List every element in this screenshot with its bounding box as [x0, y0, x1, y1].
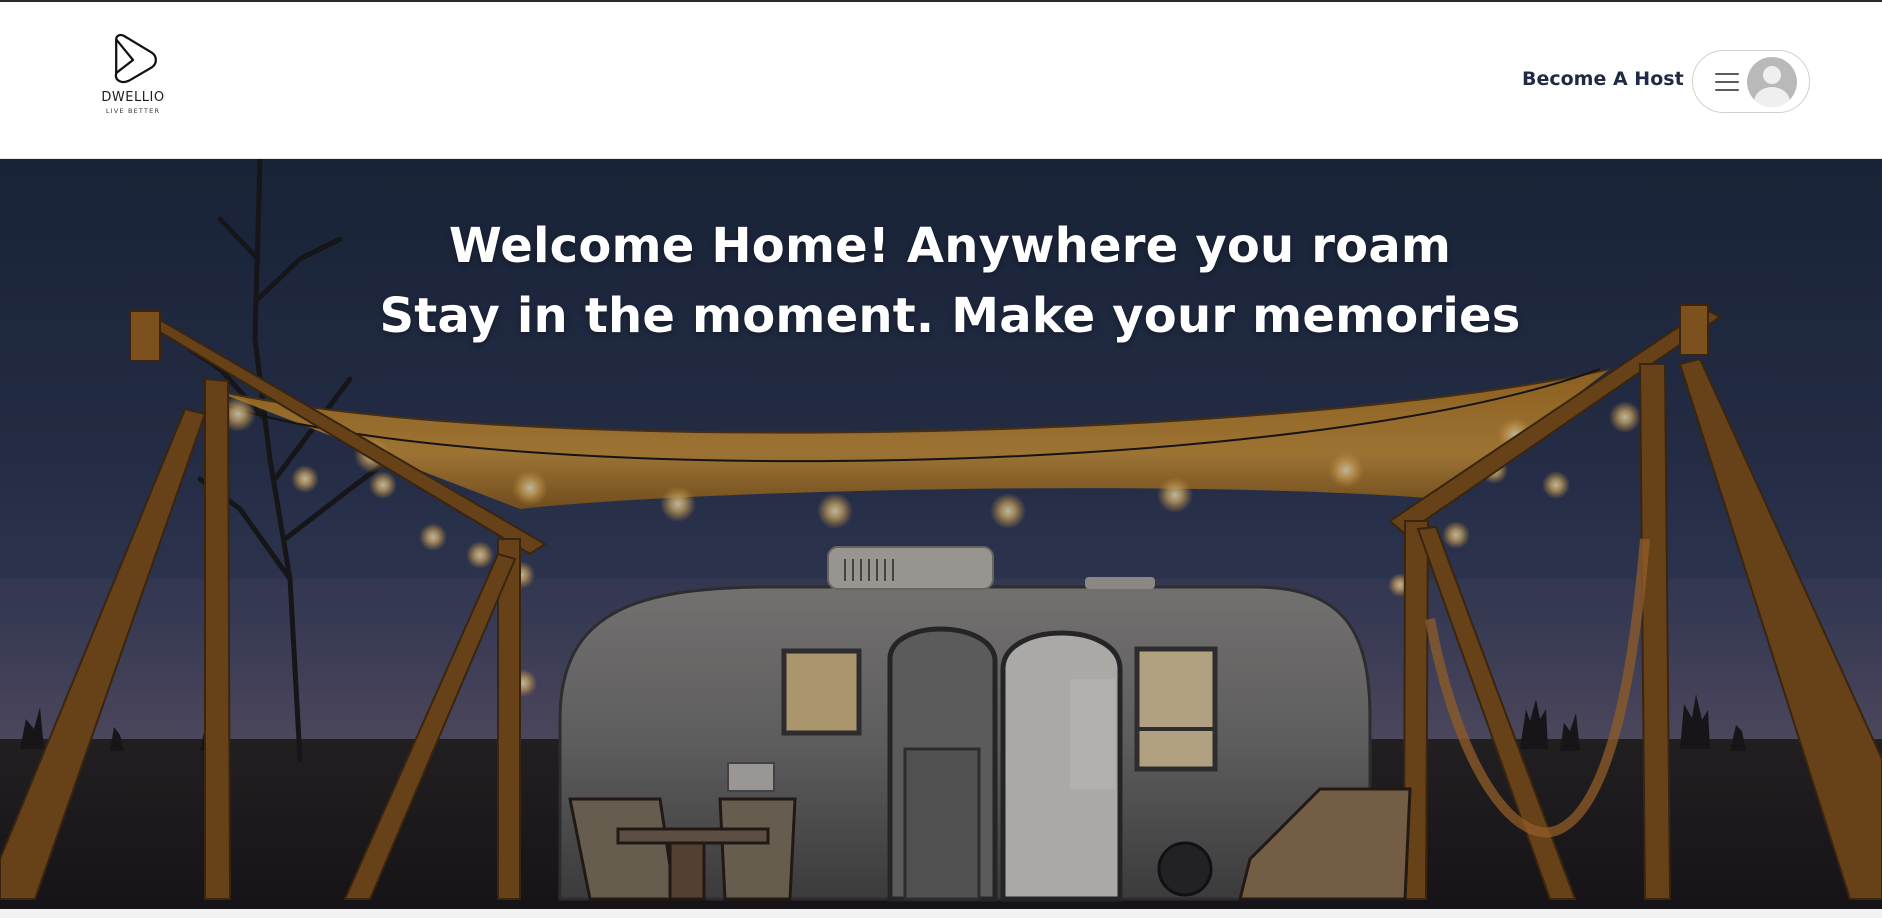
user-menu-button[interactable]: [1692, 50, 1810, 113]
brand-tagline: LIVE BETTER: [105, 107, 161, 115]
brand-name: DWELLIO: [101, 90, 165, 105]
hamburger-icon: [1715, 72, 1739, 91]
navbar: DWELLIO LIVE BETTER Become A Host: [0, 2, 1882, 159]
brand-logo[interactable]: DWELLIO LIVE BETTER: [98, 32, 168, 118]
play-triangle-logo-icon: [114, 33, 157, 84]
user-avatar-icon: [1747, 56, 1797, 107]
hero-title-line-1: Welcome Home! Anywhere you roam: [448, 218, 1452, 274]
hero-banner: Welcome Home! Anywhere you roam Stay in …: [0, 159, 1882, 909]
hero-title-line-2: Stay in the moment. Make your memories: [379, 288, 1521, 344]
page-divider: [0, 909, 1882, 918]
hero-headline: Welcome Home! Anywhere you roam Stay in …: [0, 211, 1882, 351]
become-a-host-link[interactable]: Become A Host: [1522, 68, 1684, 94]
